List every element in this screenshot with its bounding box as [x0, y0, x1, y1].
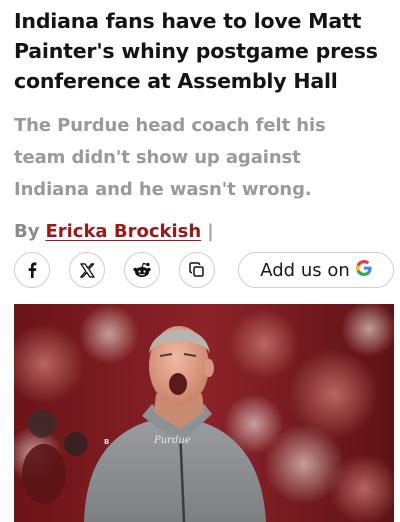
byline: By Ericka Brockish | — [14, 220, 394, 244]
subheadline: The Purdue head coach felt his team didn… — [14, 110, 394, 206]
share-x-button[interactable] — [69, 252, 105, 288]
reddit-icon — [133, 262, 151, 277]
share-facebook-button[interactable] — [14, 252, 50, 288]
subhead-line: Indiana and he wasn't wrong. — [14, 179, 312, 200]
headline-line: conference at Assembly Hall — [14, 69, 338, 93]
headline-line: Indiana fans have to love Matt — [14, 9, 362, 33]
add-us-label: Add us on — [260, 259, 350, 281]
subhead-line: team didn't show up against — [14, 147, 301, 168]
copy-link-icon — [189, 262, 204, 277]
article-header: Indiana fans have to love Matt Painter's… — [14, 6, 394, 244]
jersey-logo: Purdue — [153, 435, 191, 446]
headline-line: Painter's whiny postgame press — [14, 39, 378, 63]
headline: Indiana fans have to love Matt Painter's… — [14, 6, 394, 96]
facebook-icon — [28, 262, 37, 278]
share-bar: Add us on — [14, 252, 394, 288]
byline-separator: | — [207, 221, 214, 242]
svg-text:B: B — [104, 438, 109, 446]
share-reddit-button[interactable] — [124, 252, 160, 288]
x-icon — [79, 262, 95, 278]
add-us-on-google-button[interactable]: Add us on — [238, 252, 394, 288]
byline-prefix: By — [14, 221, 40, 242]
google-g-icon — [355, 259, 372, 281]
subhead-line: The Purdue head coach felt his — [14, 115, 326, 136]
coach-photo: Purdue B — [14, 304, 394, 522]
hero-image: Purdue B — [14, 304, 394, 522]
copy-link-button[interactable] — [179, 252, 215, 288]
author-link[interactable]: Ericka Brockish — [45, 220, 201, 244]
